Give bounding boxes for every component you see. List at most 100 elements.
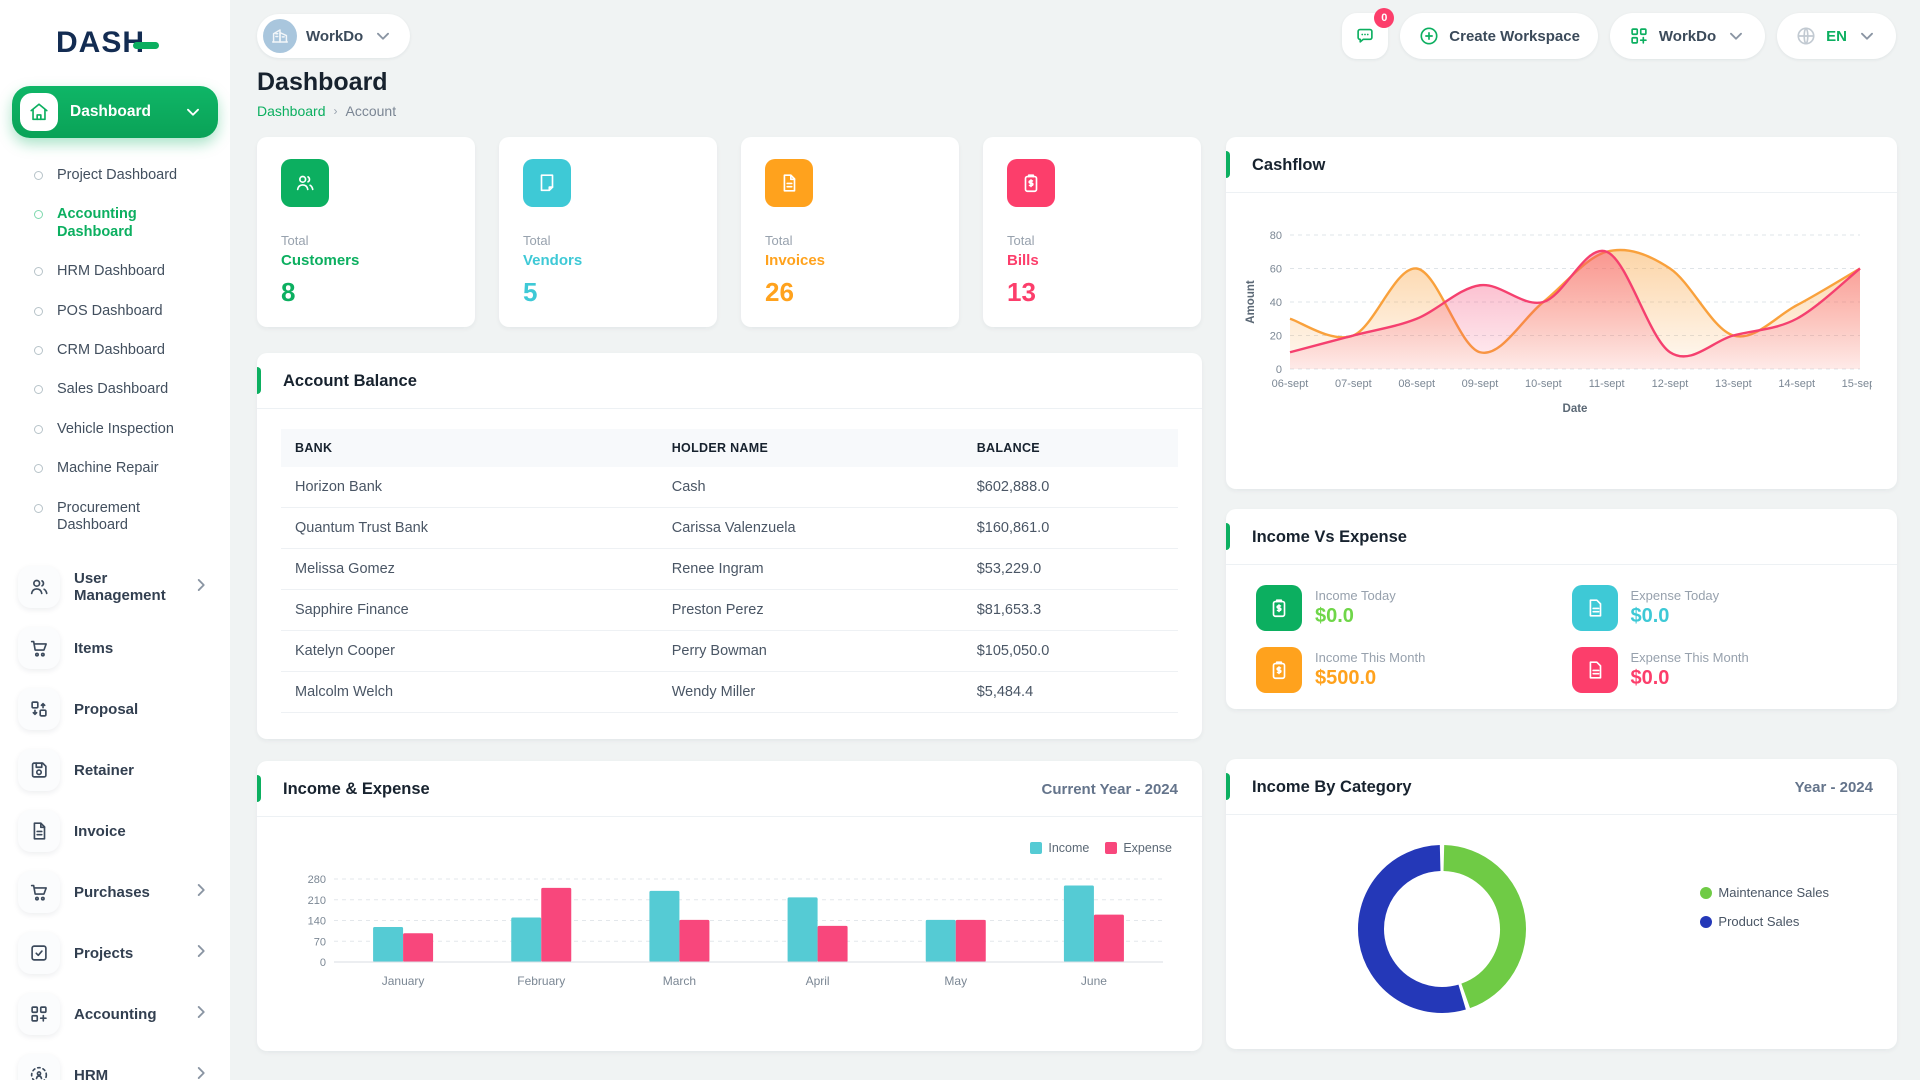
messages-button[interactable]: 0 [1342, 13, 1388, 59]
table-cell: Sapphire Finance [281, 590, 658, 631]
svg-text:06-sept: 06-sept [1272, 378, 1309, 390]
sidebar-subitem-label: HRM Dashboard [57, 263, 165, 280]
page-title: Dashboard [257, 68, 1897, 97]
legend-item[interactable]: Maintenance Sales [1700, 885, 1829, 900]
table-column-header: BANK [281, 429, 658, 467]
sidebar-subitem[interactable]: Project Dashboard [12, 156, 218, 195]
sidebar-item[interactable]: Accounting [12, 988, 218, 1040]
sidebar-item-dashboard[interactable]: Dashboard [12, 86, 218, 138]
app-logo[interactable]: DASH [12, 18, 218, 86]
sidebar-item[interactable]: User Management [12, 561, 218, 613]
income-expense-bar-chart: 070140210280JanuaryFebruaryMarchAprilMay… [279, 857, 1180, 1002]
svg-text:60: 60 [1270, 264, 1282, 276]
svg-text:10-sept: 10-sept [1525, 378, 1562, 390]
income-vs-expense-card: Income Vs Expense Income Today$0.0Expens… [1226, 509, 1897, 709]
svg-text:14-sept: 14-sept [1778, 378, 1815, 390]
bill-icon [1007, 159, 1055, 207]
language-selector[interactable]: EN [1777, 13, 1896, 59]
chevron-down-icon [372, 25, 394, 47]
right-column: Cashflow 02040608006-sept07-sept08-sept0… [1226, 137, 1897, 1049]
svg-text:April: April [806, 974, 830, 988]
users-icon [281, 159, 329, 207]
stat-name: Customers [281, 252, 451, 269]
stats-row: TotalCustomers8TotalVendors5TotalInvoice… [257, 137, 1202, 327]
table-cell: Melissa Gomez [281, 549, 658, 590]
note-icon [523, 159, 571, 207]
language-label: EN [1826, 28, 1847, 45]
sidebar-item[interactable]: Retainer [12, 744, 218, 796]
ive-tile: Expense This Month$0.0 [1572, 647, 1868, 693]
cart-icon-glyph [28, 881, 50, 903]
breadcrumb: Dashboard › Account [257, 103, 1897, 119]
sidebar-item-label: Items [74, 640, 212, 657]
svg-text:70: 70 [314, 936, 326, 948]
sidebar-item[interactable]: Purchases [12, 866, 218, 918]
swap-icon-glyph [28, 698, 50, 720]
sidebar-subitem[interactable]: Accounting Dashboard [12, 195, 218, 252]
gridplus-icon [18, 993, 60, 1035]
account-balance-title: Account Balance [283, 372, 417, 391]
apps-menu-button[interactable]: WorkDo [1610, 13, 1765, 59]
table-column-header: BALANCE [963, 429, 1178, 467]
bar-chart-legend: Income Expense [279, 827, 1180, 857]
table-cell: Carissa Valenzuela [658, 508, 963, 549]
sidebar-subitem[interactable]: Machine Repair [12, 449, 218, 488]
table-cell: $81,653.3 [963, 590, 1178, 631]
svg-text:January: January [382, 974, 425, 988]
income-expense-year-note: Current Year - 2024 [1042, 781, 1178, 798]
gridplus-icon-glyph [28, 1003, 50, 1025]
users-icon-glyph [28, 576, 50, 598]
create-workspace-button[interactable]: Create Workspace [1400, 13, 1598, 59]
legend-swatch [1105, 842, 1117, 854]
chat-icon [1354, 25, 1376, 47]
svg-text:13-sept: 13-sept [1715, 378, 1752, 390]
home-icon [20, 93, 58, 131]
sidebar-subitem[interactable]: CRM Dashboard [12, 331, 218, 370]
bill-icon [1256, 585, 1302, 631]
sidebar-item[interactable]: HRM [12, 1049, 218, 1080]
donut-legend: Maintenance Sales Product Sales [1700, 885, 1829, 929]
legend-item[interactable]: Product Sales [1700, 914, 1829, 929]
ive-label: Expense This Month [1631, 650, 1749, 665]
sidebar-subitem[interactable]: Vehicle Inspection [12, 410, 218, 449]
page-head: Dashboard Dashboard › Account [257, 68, 1897, 119]
svg-text:0: 0 [1276, 364, 1282, 376]
stat-name: Bills [1007, 252, 1177, 269]
table-row: Malcolm WelchWendy Miller$5,484.4 [281, 672, 1178, 713]
chevron-right-icon [190, 1001, 212, 1028]
bullet-icon [34, 504, 43, 513]
sidebar-item[interactable]: Projects [12, 927, 218, 979]
income-vs-expense-title: Income Vs Expense [1252, 528, 1407, 547]
table-cell: Preston Perez [658, 590, 963, 631]
workspace-switcher[interactable]: WorkDo [257, 14, 410, 58]
sidebar-subitem[interactable]: POS Dashboard [12, 292, 218, 331]
legend-item[interactable]: Income [1030, 841, 1089, 855]
sidebar-item[interactable]: Items [12, 622, 218, 674]
svg-text:210: 210 [308, 895, 326, 907]
logo-text: DASH [56, 26, 145, 60]
legend-label: Income [1048, 841, 1089, 855]
bullet-icon [34, 210, 43, 219]
table-row: Quantum Trust BankCarissa Valenzuela$160… [281, 508, 1178, 549]
sidebar-subitem[interactable]: Procurement Dashboard [12, 489, 218, 546]
breadcrumb-dashboard-link[interactable]: Dashboard [257, 103, 326, 119]
sidebar-subitem[interactable]: HRM Dashboard [12, 252, 218, 291]
sidebar-item[interactable]: Invoice [12, 805, 218, 857]
bullet-icon [34, 171, 43, 180]
workspace-name: WorkDo [306, 28, 363, 45]
sidebar-subitem[interactable]: Sales Dashboard [12, 370, 218, 409]
stat-name: Vendors [523, 252, 693, 269]
sidebar-item[interactable]: Proposal [12, 683, 218, 735]
invoice-icon [765, 159, 813, 207]
bullet-icon [34, 464, 43, 473]
svg-text:Date: Date [1563, 403, 1588, 415]
sidebar-subitem-label: POS Dashboard [57, 303, 163, 320]
svg-text:09-sept: 09-sept [1462, 378, 1499, 390]
legend-label: Expense [1123, 841, 1172, 855]
sidebar-subitem-label: Project Dashboard [57, 167, 177, 184]
account-balance-table: BANKHOLDER NAMEBALANCE Horizon BankCash$… [281, 429, 1178, 713]
table-cell: $160,861.0 [963, 508, 1178, 549]
legend-item[interactable]: Expense [1105, 841, 1172, 855]
hrm-icon [18, 1054, 60, 1080]
legend-dot [1700, 916, 1712, 928]
